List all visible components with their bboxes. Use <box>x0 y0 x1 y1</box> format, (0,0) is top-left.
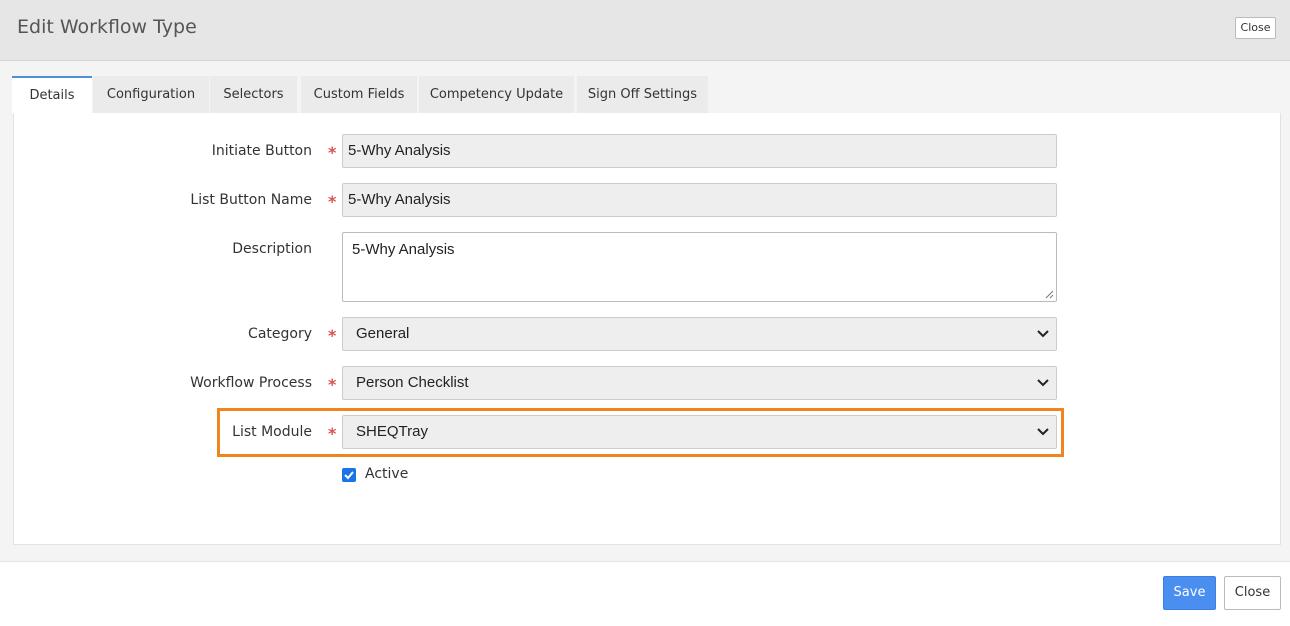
tab-configuration[interactable]: Configuration <box>93 76 209 114</box>
initiate-button-input[interactable]: 5-Why Analysis <box>342 134 1057 168</box>
tab-selectors[interactable]: Selectors <box>210 76 297 114</box>
required-marker: * <box>328 424 337 443</box>
required-marker: * <box>328 192 337 211</box>
tab-details[interactable]: Details <box>12 76 92 114</box>
chevron-down-icon <box>1037 379 1049 387</box>
workflow-process-select[interactable]: Person Checklist <box>342 366 1057 400</box>
list-button-name-input[interactable]: 5-Why Analysis <box>342 183 1057 217</box>
description-text: 5-Why Analysis <box>352 241 455 258</box>
dialog-footer <box>0 561 1290 626</box>
description-textarea[interactable]: 5-Why Analysis <box>342 232 1057 302</box>
list-button-name-label: List Button Name <box>190 192 312 208</box>
active-label: Active <box>365 466 409 482</box>
required-marker: * <box>328 375 337 394</box>
tab-custom-fields[interactable]: Custom Fields <box>301 76 417 114</box>
tab-competency-update[interactable]: Competency Update <box>419 76 574 114</box>
list-module-select[interactable]: SHEQTray <box>342 415 1057 449</box>
resize-grip-icon[interactable] <box>1045 290 1054 299</box>
category-label: Category <box>248 326 312 342</box>
required-marker: * <box>328 326 337 345</box>
required-marker: * <box>328 143 337 162</box>
header-close-button[interactable]: Close <box>1235 17 1276 39</box>
initiate-button-label: Initiate Button <box>211 143 312 159</box>
category-select[interactable]: General <box>342 317 1057 351</box>
dialog-title: Edit Workflow Type <box>17 16 197 38</box>
list-module-value: SHEQTray <box>356 423 428 440</box>
description-label: Description <box>232 241 312 257</box>
checkmark-icon <box>344 471 354 480</box>
close-button[interactable]: Close <box>1224 576 1281 610</box>
tab-sign-off-settings[interactable]: Sign Off Settings <box>577 76 708 114</box>
list-module-label: List Module <box>232 424 312 440</box>
category-value: General <box>356 325 410 342</box>
active-checkbox[interactable] <box>342 468 356 482</box>
chevron-down-icon <box>1037 428 1049 436</box>
save-button[interactable]: Save <box>1163 576 1216 610</box>
workflow-process-label: Workflow Process <box>190 375 312 391</box>
chevron-down-icon <box>1037 330 1049 338</box>
dialog-header: Edit Workflow Type Close <box>0 0 1290 61</box>
workflow-process-value: Person Checklist <box>356 374 469 391</box>
